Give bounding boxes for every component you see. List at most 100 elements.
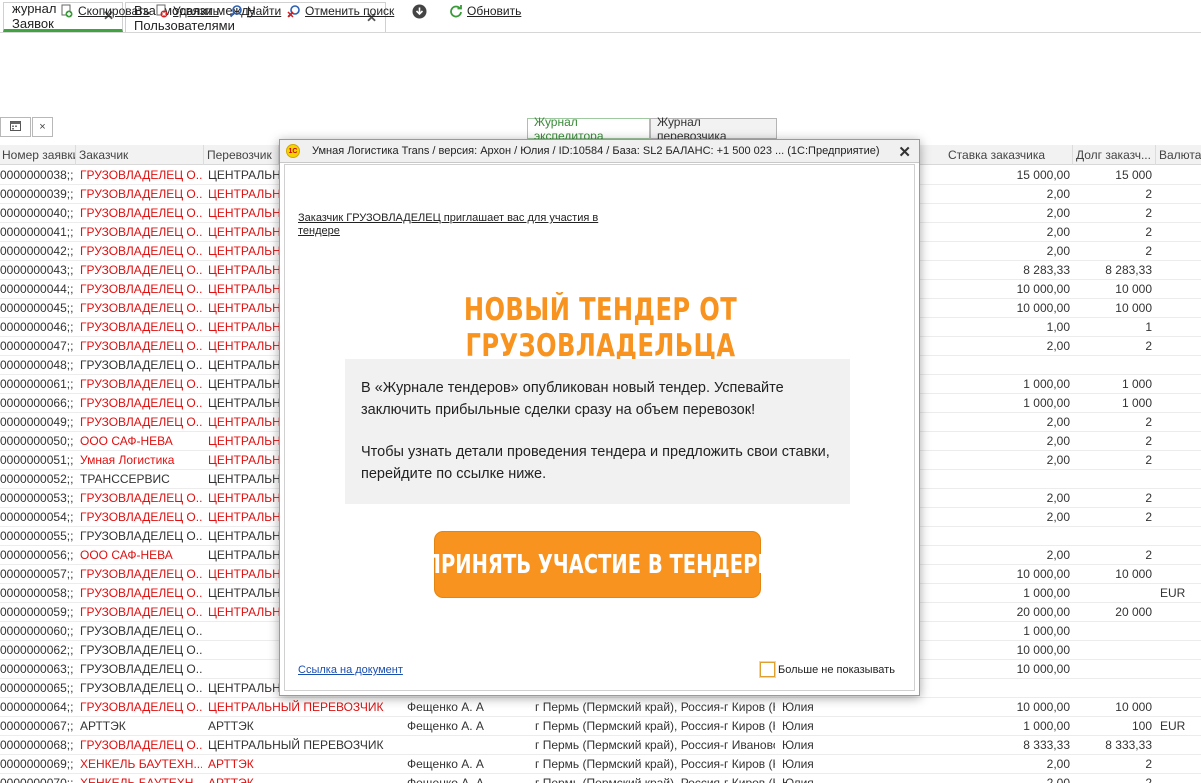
cell-customer: ТРАНССЕРВИС — [80, 472, 170, 486]
cell-customer-debt: 1 000 — [1121, 396, 1152, 410]
cell-customer-rate: 10 000,00 — [1016, 643, 1070, 657]
cell-customer: ГРУЗОВЛАДЕЛЕЦ О... — [80, 358, 202, 372]
cell-number: 0000000051;; — [0, 453, 74, 467]
cell-route: г Пермь (Пермский край), Россия-г Иванов… — [535, 738, 775, 752]
cell-carrier: ЦЕНТРАЛЬНЫЙ — [208, 225, 280, 239]
cell-carrier: ЦЕНТРАЛЬНЫЙ — [208, 510, 280, 524]
cell-currency — [1160, 470, 1200, 489]
cell-customer: ГРУЗОВЛАДЕЛЕЦ О... — [80, 662, 202, 676]
cell-customer-rate: 2,00 — [1046, 339, 1070, 353]
document-link[interactable]: Ссылка на документ — [298, 664, 403, 676]
cell-currency — [1160, 394, 1200, 413]
date-picker-button[interactable] — [0, 117, 31, 137]
delete-icon — [155, 4, 169, 18]
invite-link[interactable]: Заказчик ГРУЗОВЛАДЕЛЕЦ приглашает вас дл… — [298, 212, 618, 238]
cell-customer-debt: 2 — [1145, 244, 1152, 258]
cell-customer: ГРУЗОВЛАДЕЛЕЦ О... — [80, 187, 202, 201]
close-icon[interactable]: ✕ — [898, 143, 911, 161]
join-tender-button[interactable]: ПРИНЯТЬ УЧАСТИЕ В ТЕНДЕРЕ — [424, 531, 771, 598]
refresh-button[interactable]: Обновить — [449, 0, 521, 22]
cell-number: 0000000041;; — [0, 225, 74, 239]
cell-customer: ГРУЗОВЛАДЕЛЕЦ О... — [80, 415, 202, 429]
cancel-search-button[interactable]: Отменить поиск — [287, 0, 394, 22]
cell-customer-debt: 2 — [1145, 206, 1152, 220]
cell-number: 0000000066;; — [0, 396, 74, 410]
cell-customer-rate: 2,00 — [1046, 491, 1070, 505]
cell-customer-rate: 2,00 — [1046, 757, 1070, 771]
dialog-title-bar: 1С Умная Логистика Trans / версия: Архон… — [280, 140, 919, 163]
close-icon: × — [39, 121, 46, 133]
download-button[interactable] — [412, 0, 430, 22]
cell-customer: ГРУЗОВЛАДЕЛЕЦ О... — [80, 339, 202, 353]
cell-carrier: ЦЕНТРАЛЬНЫЙ — [208, 586, 280, 600]
cell-carrier: ЦЕНТРАЛЬНЫЙ — [208, 567, 280, 581]
cell-customer: ГРУЗОВЛАДЕЛЕЦ О... — [80, 643, 202, 657]
search-icon — [229, 4, 243, 18]
delete-button[interactable]: Удалить — [155, 0, 219, 22]
journal-carrier-button[interactable]: Журнал перевозчика — [650, 115, 777, 143]
cell-currency — [1160, 204, 1200, 223]
cell-customer-rate: 2,00 — [1046, 206, 1070, 220]
copy-button[interactable]: Скопировать — [60, 0, 150, 22]
cell-customer: Умная Логистика — [80, 453, 175, 467]
cell-customer: ГРУЗОВЛАДЕЛЕЦ О... — [80, 586, 202, 600]
clear-date-button[interactable]: × — [32, 117, 53, 137]
cell-currency — [1160, 432, 1200, 451]
cell-customer: ГРУЗОВЛАДЕЛЕЦ О... — [80, 510, 202, 524]
cell-customer-debt: 2 — [1145, 548, 1152, 562]
cell-number: 0000000060;; — [0, 624, 74, 638]
cell-carrier: ЦЕНТРАЛЬНЫЙ — [208, 453, 280, 467]
cell-customer-rate: 10 000,00 — [1016, 700, 1070, 714]
cell-customer: ГРУЗОВЛАДЕЛЕЦ О... — [80, 700, 202, 714]
table-row[interactable]: 0000000068;; ГРУЗОВЛАДЕЛЕЦ О... ЦЕНТРАЛЬНЫ… — [0, 736, 1201, 755]
cell-customer: ГРУЗОВЛАДЕЛЕЦ О... — [80, 282, 202, 296]
calendar-icon — [10, 120, 21, 134]
cell-number: 0000000050;; — [0, 434, 74, 448]
cell-carrier: АРТТЭК — [208, 757, 254, 771]
cell-customer-debt — [1074, 622, 1152, 641]
cell-customer-debt: 2 — [1145, 187, 1152, 201]
cell-customer-rate: 1 000,00 — [1023, 586, 1070, 600]
find-button[interactable]: Найти — [229, 0, 281, 22]
cell-customer: ГРУЗОВЛАДЕЛЕЦ О... — [80, 738, 202, 752]
cell-customer: ГРУЗОВЛАДЕЛЕЦ О... — [80, 168, 202, 182]
cell-carrier: ЦЕНТРАЛЬНЫЙ — [208, 168, 280, 182]
cell-carrier: ЦЕНТРАЛЬНЫЙ — [208, 206, 280, 220]
cell-currency — [1160, 736, 1200, 755]
cell-number: 0000000064;; — [0, 700, 74, 714]
cell-customer: ГРУЗОВЛАДЕЛЕЦ О... — [80, 301, 202, 315]
table-row[interactable]: 0000000069;; ХЕНКЕЛЬ БАУТЕХН... АРТТЭК Феще… — [0, 755, 1201, 774]
column-header-customer-debt[interactable]: Долг заказч... — [1074, 145, 1156, 165]
cell-customer-rate: 2,00 — [1046, 510, 1070, 524]
cell-customer-debt — [1074, 679, 1152, 698]
journal-expeditor-button[interactable]: Журнал экспедитора — [527, 115, 650, 143]
dialog-body: Заказчик ГРУЗОВЛАДЕЛЕЦ приглашает вас дл… — [284, 164, 915, 691]
table-row[interactable]: 0000000070;; ХЕНКЕЛЬ БАУТЕХН... АРТТЭК Феще… — [0, 774, 1201, 783]
cell-customer-rate: 10 000,00 — [1016, 567, 1070, 581]
cell-currency — [1160, 546, 1200, 565]
column-header-currency[interactable]: Валюта... — [1157, 145, 1201, 165]
dont-show-again[interactable]: Больше не показывать — [760, 662, 895, 677]
cell-customer: ГРУЗОВЛАДЕЛЕЦ О... — [80, 263, 202, 277]
table-row[interactable]: 0000000067;; АРТТЭК АРТТЭК Фещенко А. А г Пе… — [0, 717, 1201, 736]
cell-number: 0000000053;; — [0, 491, 74, 505]
cell-user: Юлия — [782, 719, 814, 733]
cell-customer: ГРУЗОВЛАДЕЛЕЦ О... — [80, 491, 202, 505]
cell-carrier: ЦЕНТРАЛЬНЫЙ — [208, 548, 280, 562]
cell-customer-debt: 15 000 — [1115, 168, 1152, 182]
cell-carrier — [208, 641, 280, 660]
cell-number: 0000000069;; — [0, 757, 74, 771]
column-header-customer[interactable]: Заказчик — [77, 145, 204, 165]
cell-customer: ГРУЗОВЛАДЕЛЕЦ О... — [80, 396, 202, 410]
find-label: Найти — [247, 4, 282, 18]
cell-carrier: ЦЕНТРАЛЬНЫЙ — [208, 320, 280, 334]
dont-show-checkbox[interactable] — [760, 662, 775, 677]
table-row[interactable]: 0000000064;; ГРУЗОВЛАДЕЛЕЦ О... ЦЕНТРАЛЬНЫ… — [0, 698, 1201, 717]
column-header-number[interactable]: Номер заявки — [0, 145, 76, 165]
tender-headline: НОВЫЙ ТЕНДЕР ОТ ГРУЗОВЛАДЕЛЬЦА — [463, 292, 738, 364]
column-header-customer-rate[interactable]: Ставка заказчика — [946, 145, 1073, 165]
column-header-carrier[interactable]: Перевозчик — [205, 145, 279, 165]
copy-icon — [60, 4, 74, 18]
cell-currency — [1160, 337, 1200, 356]
cell-currency: EUR — [1160, 719, 1186, 733]
